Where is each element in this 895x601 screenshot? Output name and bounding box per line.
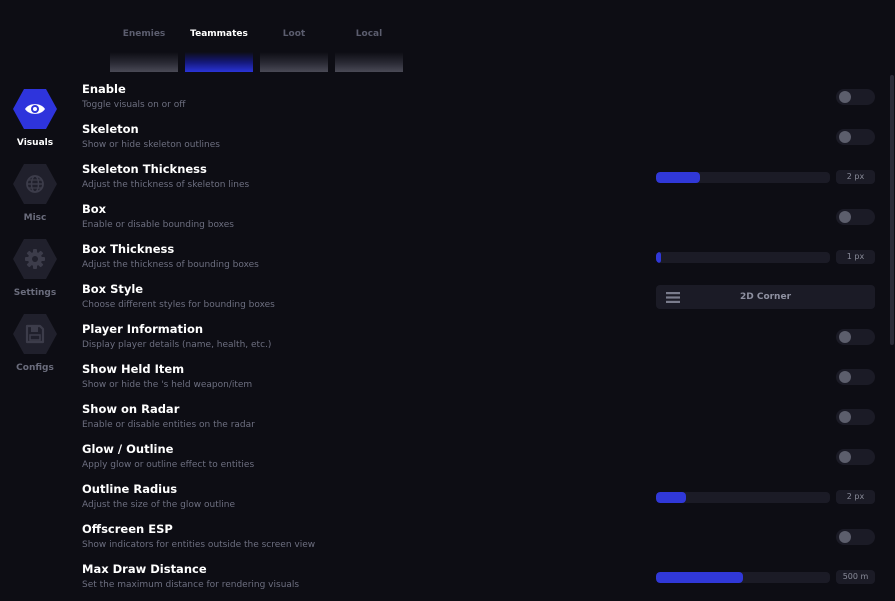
- gear-icon: [25, 249, 45, 269]
- sidebar-item-label: Configs: [16, 363, 54, 373]
- setting-show-on-radar: Show on Radar Enable or disable entities…: [82, 401, 882, 441]
- show-held-item-toggle[interactable]: [836, 369, 875, 385]
- sidebar-icon-badge: [13, 164, 57, 204]
- tab-indicator: [185, 52, 253, 72]
- setting-title: Skeleton: [82, 122, 139, 136]
- setting-description: Adjust the thickness of bounding boxes: [82, 260, 259, 270]
- setting-description: Apply glow or outline effect to entities: [82, 460, 255, 470]
- tab-indicator: [335, 52, 403, 72]
- slider-fill: [656, 172, 700, 183]
- setting-description: Enable or disable entities on the radar: [82, 420, 255, 430]
- slider-fill: [656, 252, 662, 263]
- slider-value: 2 px: [836, 490, 875, 504]
- setting-enable: Enable Toggle visuals on or off: [82, 81, 882, 121]
- box-thickness-slider[interactable]: [656, 252, 830, 263]
- setting-description: Adjust the size of the glow outline: [82, 500, 236, 510]
- slider-fill: [656, 572, 743, 583]
- slider-value: 2 px: [836, 170, 875, 184]
- sidebar-item-visuals[interactable]: Visuals: [10, 89, 60, 155]
- tab-label: Enemies: [122, 29, 166, 39]
- setting-offscreen-esp: Offscreen ESP Show indicators for entiti…: [82, 521, 882, 561]
- setting-description: Show or hide the 's held weapon/item: [82, 380, 253, 390]
- setting-title: Box Style: [82, 282, 144, 296]
- setting-title: Show Held Item: [82, 362, 185, 376]
- tab-label: Loot: [282, 29, 306, 39]
- toggle-knob: [839, 331, 851, 343]
- toggle-knob: [839, 131, 851, 143]
- sidebar-item-configs[interactable]: Configs: [10, 314, 60, 380]
- toggle-knob: [839, 371, 851, 383]
- max-draw-distance-slider[interactable]: [656, 572, 830, 583]
- setting-player-information: Player Information Display player detail…: [82, 321, 882, 361]
- skeleton-thickness-slider[interactable]: [656, 172, 830, 183]
- setting-outline-radius: Outline Radius Adjust the size of the gl…: [82, 481, 882, 521]
- toggle-knob: [839, 451, 851, 463]
- scrollbar[interactable]: [890, 75, 894, 345]
- sidebar-item-misc[interactable]: Misc: [10, 164, 60, 230]
- outline-radius-slider[interactable]: [656, 492, 830, 503]
- box-style-dropdown[interactable]: 2D Corner: [656, 285, 875, 309]
- eye-icon: [25, 104, 45, 114]
- tab-label: Local: [355, 29, 383, 39]
- box-toggle[interactable]: [836, 209, 875, 225]
- setting-description: Choose different styles for bounding box…: [82, 300, 275, 310]
- slider-value: 500 m: [836, 570, 875, 584]
- save-icon: [25, 324, 45, 344]
- sidebar-item-label: Misc: [23, 213, 47, 223]
- setting-title: Player Information: [82, 322, 204, 336]
- setting-skeleton: Skeleton Show or hide skeleton outlines: [82, 121, 882, 161]
- setting-title: Box Thickness: [82, 242, 175, 256]
- setting-title: Enable: [82, 82, 126, 96]
- tab-indicator: [260, 52, 328, 72]
- setting-title: Show on Radar: [82, 402, 180, 416]
- offscreen-esp-toggle[interactable]: [836, 529, 875, 545]
- show-on-radar-toggle[interactable]: [836, 409, 875, 425]
- setting-title: Box: [82, 202, 107, 216]
- sidebar-icon-badge: [13, 89, 57, 129]
- tab-teammates[interactable]: Teammates: [185, 0, 253, 72]
- toggle-knob: [839, 211, 851, 223]
- setting-title: Skeleton Thickness: [82, 162, 207, 176]
- sidebar-icon-badge: [13, 239, 57, 279]
- setting-description: Display player details (name, health, et…: [82, 340, 272, 350]
- toggle-knob: [839, 411, 851, 423]
- setting-skeleton-thickness: Skeleton Thickness Adjust the thickness …: [82, 161, 882, 201]
- setting-description: Adjust the thickness of skeleton lines: [82, 180, 250, 190]
- tab-indicator: [110, 52, 178, 72]
- setting-description: Show or hide skeleton outlines: [82, 140, 220, 150]
- setting-title: Outline Radius: [82, 482, 178, 496]
- sidebar-item-label: Settings: [13, 288, 57, 298]
- setting-glow-outline: Glow / Outline Apply glow or outline eff…: [82, 441, 882, 481]
- globe-icon: [26, 175, 44, 193]
- tab-enemies[interactable]: Enemies: [110, 0, 178, 72]
- glow-outline-toggle[interactable]: [836, 449, 875, 465]
- toggle-knob: [839, 531, 851, 543]
- setting-description: Set the maximum distance for rendering v…: [82, 580, 300, 590]
- setting-max-draw-distance: Max Draw Distance Set the maximum distan…: [82, 561, 882, 601]
- setting-show-held-item: Show Held Item Show or hide the 's held …: [82, 361, 882, 401]
- sidebar-item-label: Visuals: [16, 138, 54, 148]
- setting-box: Box Enable or disable bounding boxes: [82, 201, 882, 241]
- player-information-toggle[interactable]: [836, 329, 875, 345]
- slider-value: 1 px: [836, 250, 875, 264]
- tab-label: Teammates: [190, 29, 248, 39]
- tab-loot[interactable]: Loot: [260, 0, 328, 72]
- tab-local[interactable]: Local: [335, 0, 403, 72]
- dropdown-value: 2D Corner: [739, 292, 792, 302]
- setting-description: Show indicators for entities outside the…: [82, 540, 316, 550]
- setting-description: Toggle visuals on or off: [82, 100, 186, 110]
- enable-toggle[interactable]: [836, 89, 875, 105]
- setting-box-thickness: Box Thickness Adjust the thickness of bo…: [82, 241, 882, 281]
- setting-description: Enable or disable bounding boxes: [82, 220, 234, 230]
- skeleton-toggle[interactable]: [836, 129, 875, 145]
- setting-title: Max Draw Distance: [82, 562, 207, 576]
- sidebar-icon-badge: [13, 314, 57, 354]
- sidebar-item-settings[interactable]: Settings: [10, 239, 60, 305]
- toggle-knob: [839, 91, 851, 103]
- slider-fill: [656, 492, 686, 503]
- setting-title: Offscreen ESP: [82, 522, 173, 536]
- setting-title: Glow / Outline: [82, 442, 174, 456]
- setting-box-style: Box Style Choose different styles for bo…: [82, 281, 882, 321]
